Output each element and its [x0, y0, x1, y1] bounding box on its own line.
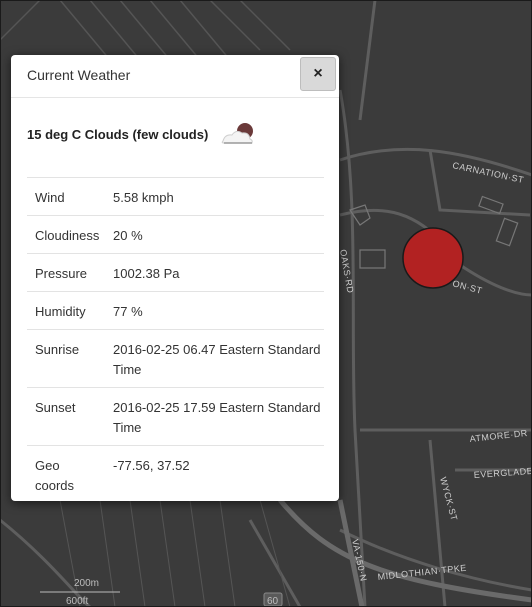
- popup-title: Current Weather: [27, 67, 131, 83]
- table-row: Humidity 77 %: [27, 292, 324, 330]
- row-value-cloudiness: 20 %: [113, 228, 143, 243]
- row-value-wind: 5.58 kmph: [113, 190, 174, 205]
- close-button[interactable]: ×: [300, 57, 336, 91]
- table-row: Sunrise 2016-02-25 06.47 Eastern Standar…: [27, 330, 324, 388]
- few-clouds-icon: [222, 123, 254, 144]
- row-label-cloudiness: Cloudiness: [35, 228, 100, 243]
- table-row: Geo coords -77.56, 37.52: [27, 446, 324, 501]
- row-label-pressure: Pressure: [35, 266, 88, 281]
- table-row: Sunset 2016-02-25 17.59 Eastern Standard…: [27, 388, 324, 446]
- table-row: Cloudiness 20 %: [27, 216, 324, 254]
- popup-header: Current Weather ×: [11, 55, 339, 98]
- weather-summary: 15 deg C Clouds (few clouds): [27, 121, 258, 147]
- row-label-wind: Wind: [35, 190, 65, 205]
- row-value-pressure: 1002.38 Pa: [113, 266, 180, 281]
- weather-summary-text: 15 deg C Clouds (few clouds): [27, 126, 209, 142]
- row-label-sunset: Sunset: [35, 400, 76, 415]
- row-value-geo-coords: -77.56, 37.52: [113, 458, 190, 473]
- row-label-humidity: Humidity: [35, 304, 86, 319]
- route-shield-label: 60: [267, 596, 279, 607]
- location-marker[interactable]: [402, 227, 464, 289]
- row-value-sunset: 2016-02-25 17.59 Eastern Standard Time: [113, 400, 321, 435]
- scale-label-feet: 600ft: [66, 596, 88, 607]
- row-label-sunrise: Sunrise: [35, 342, 80, 357]
- table-row: Wind 5.58 kmph: [27, 178, 324, 216]
- route-shield-icon: 60: [263, 592, 283, 607]
- table-row: Pressure 1002.38 Pa: [27, 254, 324, 292]
- row-value-sunrise: 2016-02-25 06.47 Eastern Standard Time: [113, 342, 321, 377]
- weather-details-table: Wind 5.58 kmph Cloudiness 20 % Pressure …: [27, 177, 324, 501]
- row-label-geo-coords: Geo coords: [35, 458, 75, 493]
- weather-popup: Current Weather × 15 deg C Clouds (few c…: [11, 55, 339, 501]
- scale-label-meters: 200m: [74, 578, 99, 589]
- row-value-humidity: 77 %: [113, 304, 143, 319]
